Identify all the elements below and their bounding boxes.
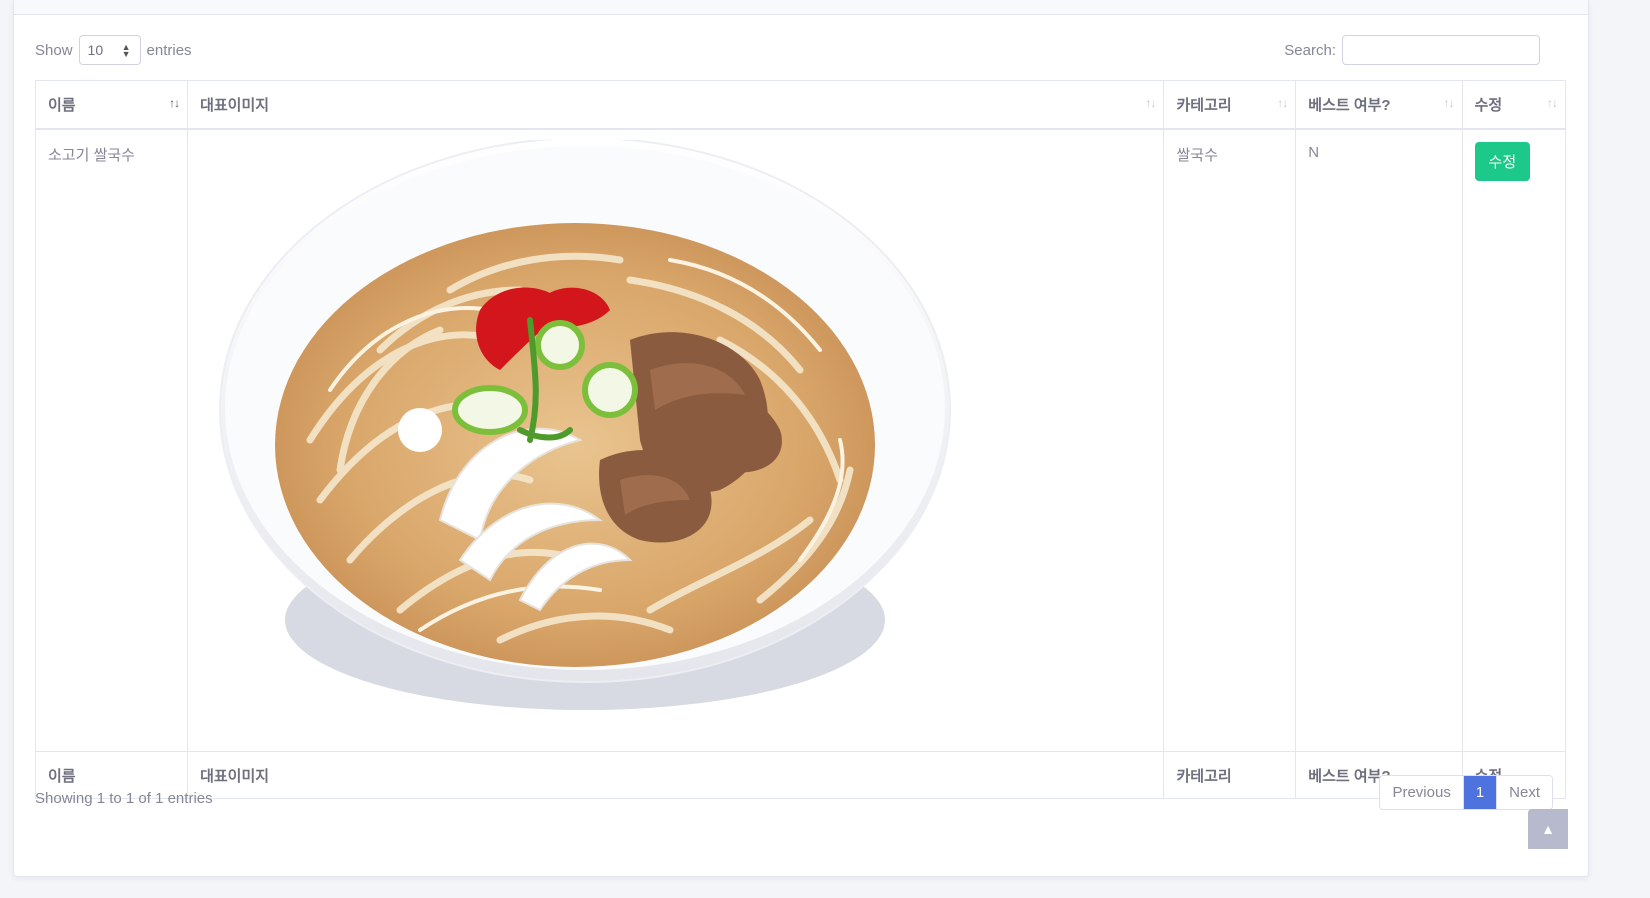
search-label: Search: — [1284, 41, 1336, 59]
entries-select[interactable]: 10 ▲ ▼ — [78, 35, 141, 65]
cell-image — [187, 128, 1165, 752]
chevron-up-icon: ▲ — [1541, 821, 1555, 837]
card-header-strip — [14, 0, 1588, 15]
search-input[interactable] — [1342, 35, 1540, 65]
table-row: 소고기 쌀국수 쌀국수 N 수정 — [34, 128, 1567, 752]
page-button-current[interactable]: 1 — [1462, 776, 1497, 809]
table-info: Showing 1 to 1 of 1 entries — [35, 790, 213, 807]
next-button[interactable]: Next — [1496, 776, 1552, 809]
column-footer-image: 대표이미지 — [187, 751, 1165, 799]
beef-pho-image — [200, 137, 960, 710]
column-header-best[interactable]: 베스트 여부? ↑↓ — [1295, 80, 1463, 130]
pagination: Previous 1 Next — [1379, 775, 1553, 810]
column-header-name[interactable]: 이름 ↑↓ — [34, 80, 189, 130]
show-label: Show — [35, 41, 73, 59]
select-caret-icon: ▲ ▼ — [121, 42, 131, 59]
column-footer-category: 카테고리 — [1163, 751, 1297, 799]
cell-best: N — [1295, 128, 1463, 752]
header-row: 이름 ↑↓ 대표이미지 ↑↓ 카테고리 ↑↓ 베스트 여부? ↑↓ 수정 ↑↓ — [34, 80, 1567, 130]
column-header-category[interactable]: 카테고리 ↑↓ — [1163, 80, 1297, 130]
sort-icon: ↑↓ — [1145, 96, 1156, 110]
footer-row: 이름 대표이미지 카테고리 베스트 여부? 수정 — [34, 751, 1567, 799]
sort-icon: ↑↓ — [1547, 96, 1558, 110]
column-header-image[interactable]: 대표이미지 ↑↓ — [187, 80, 1165, 130]
length-menu: Show 10 ▲ ▼ entries — [35, 35, 192, 65]
scroll-to-top-button[interactable]: ▲ — [1528, 809, 1568, 849]
cell-name: 소고기 쌀국수 — [34, 128, 189, 752]
column-header-edit[interactable]: 수정 ↑↓ — [1461, 80, 1567, 130]
table-card: Show 10 ▲ ▼ entries Search: 이름 ↑↓ 대표이미지 ↑↓ … — [13, 0, 1589, 877]
sort-icon: ↑↓ — [1277, 96, 1288, 110]
sort-icon: ↑↓ — [1443, 96, 1455, 110]
data-table: 이름 ↑↓ 대표이미지 ↑↓ 카테고리 ↑↓ 베스트 여부? ↑↓ 수정 ↑↓ 소고기 쌀… — [34, 80, 1567, 799]
cell-edit: 수정 — [1461, 128, 1567, 752]
sort-icon: ↑↓ — [169, 96, 180, 110]
edit-button[interactable]: 수정 — [1474, 142, 1531, 181]
previous-button[interactable]: Previous — [1380, 776, 1463, 809]
entries-select-value: 10 — [87, 42, 104, 58]
search-filter: Search: — [1284, 35, 1540, 65]
cell-category: 쌀국수 — [1163, 128, 1297, 752]
entries-label: entries — [146, 41, 192, 59]
